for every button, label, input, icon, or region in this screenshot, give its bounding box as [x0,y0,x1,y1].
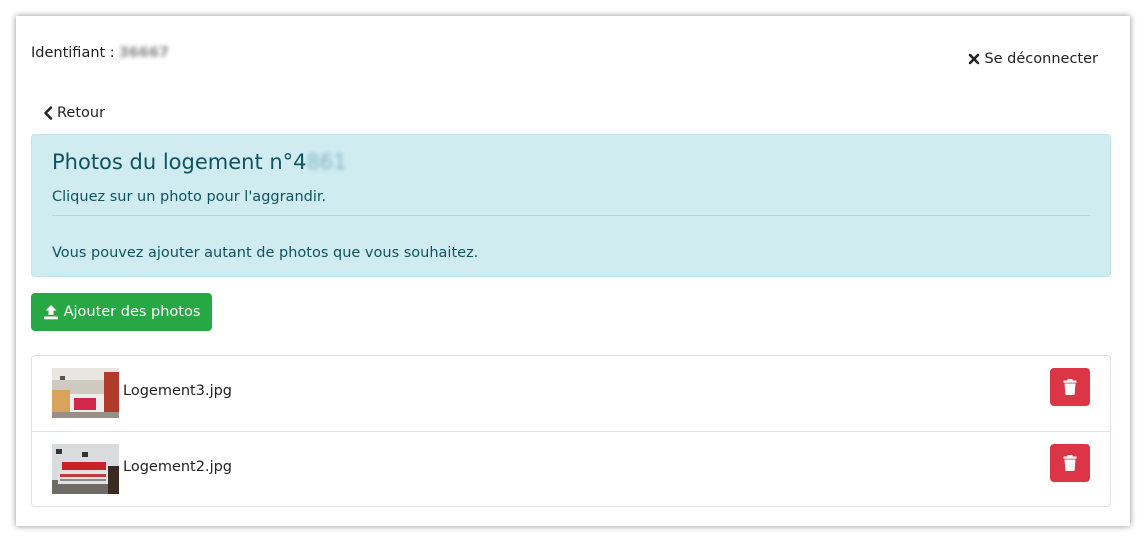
upload-icon [43,305,58,320]
add-photos-button[interactable]: Ajouter des photos [31,293,212,331]
times-icon [969,53,980,65]
page-title: Photos du logement n°4861 [52,150,347,174]
title-text: Photos du logement n°4 [52,150,307,174]
delete-photo-button[interactable] [1050,368,1090,406]
delete-photo-button[interactable] [1050,444,1090,482]
alert-divider [52,215,1090,216]
back-link[interactable]: Retour [43,105,105,121]
back-label: Retour [57,105,106,121]
identifier-label: Identifiant : [31,45,115,61]
alert-line-1: Cliquez sur un photo pour l'aggrandir. [52,189,327,205]
title-hidden-number: 861 [306,150,347,174]
logout-label: Se déconnecter [984,51,1098,67]
identifier-value: 36667 [118,45,170,61]
list-item: Logement3.jpg [32,356,1110,431]
trash-icon [1063,455,1077,471]
photo-list: Logement3.jpg Logement2.jpg [31,355,1111,507]
photo-filename[interactable]: Logement3.jpg [123,383,232,399]
info-alert: Photos du logement n°4861 Cliquez sur un… [31,134,1111,277]
chevron-left-icon [44,106,53,120]
photo-thumbnail[interactable] [52,368,119,418]
user-identifier: Identifiant :36667 [31,45,169,61]
trash-icon [1063,379,1077,395]
alert-line-2: Vous pouvez ajouter autant de photos que… [52,245,479,261]
logout-link[interactable]: Se déconnecter [968,51,1098,67]
photo-thumbnail[interactable] [52,444,119,494]
add-photos-label: Ajouter des photos [63,304,201,320]
photo-filename[interactable]: Logement2.jpg [123,459,232,475]
main-card: Identifiant :36667 Se déconnecter Retour… [16,16,1130,526]
list-item: Logement2.jpg [32,431,1110,506]
